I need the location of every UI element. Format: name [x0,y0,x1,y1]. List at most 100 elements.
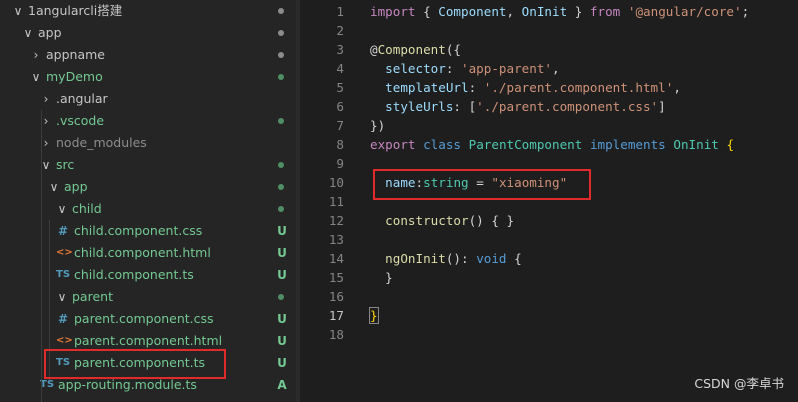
tree-item[interactable]: ∨ parent [0,286,296,308]
code-text: export class ParentComponent implements … [370,135,734,154]
code-line[interactable]: 8 export class ParentComponent implements… [300,135,798,154]
git-status-badge: U [277,312,287,326]
code-token: styleUrls [385,99,454,114]
code-token: OnInit [521,4,568,19]
code-line[interactable]: 17} [300,306,798,325]
chevron-right-icon[interactable]: › [40,88,52,110]
tree-item[interactable]: # child.component.css U [0,220,296,242]
code-token: export [370,137,416,152]
line-number: 4 [336,61,344,76]
code-line[interactable]: 16 [300,287,798,306]
line-number: 18 [328,327,344,342]
line-number: 6 [336,99,344,114]
code-token: }) [370,118,386,133]
code-token: } [369,307,379,324]
code-highlight-box [373,169,591,200]
chevron-down-icon[interactable]: ∨ [12,0,24,22]
code-text: }) [370,116,385,135]
git-status-dot [278,118,284,124]
code-line[interactable]: 5 templateUrl: './parent.component.html'… [300,78,798,97]
code-line[interactable]: 2 [300,21,798,40]
line-number: 17 [328,308,344,323]
chevron-down-icon[interactable]: ∨ [56,198,68,220]
tree-item[interactable]: ∨ src [0,154,296,176]
tree-item-label: appname [46,47,105,62]
code-token: './parent.component.css' [476,99,659,114]
tree-item-label: child.component.css [74,223,203,238]
html-file-icon: <> [56,247,73,258]
code-line[interactable]: 18 [300,325,798,344]
tree-item[interactable]: ∨ app [0,22,296,44]
tree-item[interactable]: ∨ app [0,176,296,198]
tree-item-label: src [56,157,75,172]
code-token: void [476,251,507,266]
git-status-badge: U [277,356,287,370]
code-token: ] [658,99,666,114]
code-line[interactable]: 1 import { Component, OnInit } from '@ang… [300,2,798,21]
code-token: OnInit [673,137,719,152]
git-status-badge: U [277,224,287,238]
code-token: Component [377,42,446,57]
code-line[interactable]: 4 selector: 'app-parent', [300,59,798,78]
chevron-down-icon[interactable]: ∨ [56,286,68,308]
code-line[interactable]: 13 [300,230,798,249]
code-text: import { Component, OnInit } from '@angu… [370,2,749,21]
chevron-down-icon[interactable]: ∨ [22,22,34,44]
code-token: import [370,4,416,19]
code-text: } [370,268,393,287]
line-number: 11 [328,194,344,209]
code-text: @Component({ [370,40,461,59]
tree-item[interactable]: ∨ child [0,198,296,220]
chevron-right-icon[interactable]: › [30,44,42,66]
line-number: 7 [336,118,344,133]
line-number: 13 [328,232,344,247]
tree-item[interactable]: › .vscode [0,110,296,132]
tree-item[interactable]: › .angular [0,88,296,110]
code-editor[interactable]: 18 17} 16 15 } 14 ngOnInit(): void {13 12 con… [300,0,798,402]
tree-item[interactable]: ∨ 1angularcli搭建 [0,0,296,22]
code-token: : [445,61,462,76]
tree-item[interactable]: # parent.component.css U [0,308,296,330]
tree-item-label: app [38,25,62,40]
git-status-dot [278,294,284,300]
code-text: ngOnInit(): void { [370,249,522,268]
code-text: templateUrl: './parent.component.html', [370,78,681,97]
code-token: () { } [468,213,515,228]
git-status-badge: U [277,268,287,282]
chevron-down-icon[interactable]: ∨ [30,66,42,88]
code-line[interactable]: 7}) [300,116,798,135]
tree-item-label: app [64,179,88,194]
code-line[interactable]: 6 styleUrls: ['./parent.component.css'] [300,97,798,116]
tree-item-label: child [72,201,102,216]
tree-item[interactable]: ∨ myDemo [0,66,296,88]
code-token: Component [438,4,507,19]
tree-item[interactable]: › node_modules [0,132,296,154]
code-token: } [370,270,393,285]
code-line[interactable]: 15 } [300,268,798,287]
chevron-down-icon[interactable]: ∨ [48,176,60,198]
line-number: 10 [328,175,344,190]
tree-item-label: child.component.html [74,245,211,260]
code-token: ; [741,4,750,19]
tree-item[interactable]: TS child.component.ts U [0,264,296,286]
code-line[interactable]: 3 @Component({ [300,40,798,59]
line-number: 8 [336,137,344,152]
code-line[interactable]: 12 constructor() { } [300,211,798,230]
css-file-icon: # [57,312,69,326]
code-token: { [506,251,522,266]
git-status-badge: A [277,378,287,392]
tree-item-label: 1angularcli搭建 [28,3,123,18]
tree-item[interactable]: › appname [0,44,296,66]
code-token: class [423,137,462,152]
code-token: from [589,4,621,19]
code-token: } [567,4,590,19]
code-line[interactable]: 14 ngOnInit(): void { [300,249,798,268]
line-number: 16 [328,289,344,304]
code-text: styleUrls: ['./parent.component.css'] [370,97,666,116]
tree-item[interactable]: <> child.component.html U [0,242,296,264]
line-number: 14 [328,251,344,266]
